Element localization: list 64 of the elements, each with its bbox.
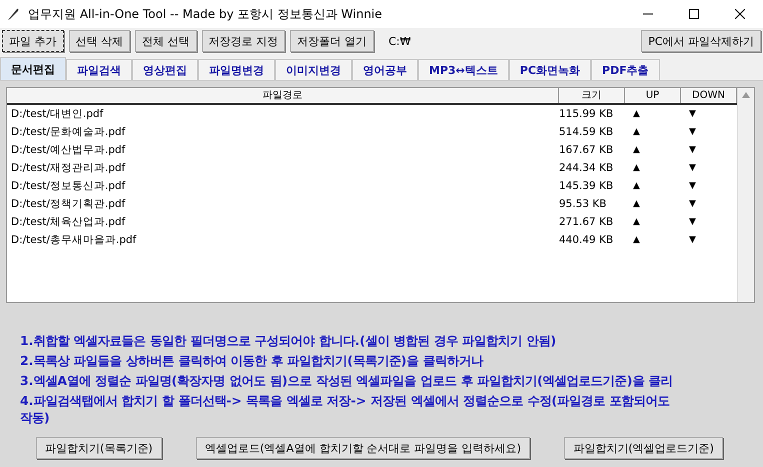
move-up-button[interactable]: ▲ bbox=[625, 217, 681, 227]
instruction-text: 4.파일검색탭에서 합치기 할 폴더선택-> 목록을 엑셀로 저장-> 저장된 엑셀에서 정렬순으로 수정(파일경로 포함되어도 작동) bbox=[20, 393, 670, 427]
column-header[interactable]: UP bbox=[625, 88, 681, 103]
move-up-button[interactable]: ▲ bbox=[625, 181, 681, 191]
table-cell-text: 244.34 KB bbox=[559, 162, 614, 174]
move-down-button[interactable]: ▼ bbox=[681, 163, 737, 173]
maximize-icon[interactable] bbox=[689, 9, 699, 19]
scrollbar[interactable] bbox=[737, 88, 754, 302]
tab[interactable]: 영어공부 bbox=[352, 59, 418, 80]
move-down-button[interactable]: ▼ bbox=[681, 235, 737, 245]
table-cell-text: 115.99 KB bbox=[559, 108, 614, 120]
toolbar-button[interactable]: 저장폴더 열기 bbox=[290, 30, 374, 52]
table-cell-text: 271.67 KB bbox=[559, 216, 614, 228]
move-down-button[interactable]: ▼ bbox=[681, 109, 737, 119]
tab[interactable]: MP3↔텍스트 bbox=[418, 59, 509, 80]
feather-icon bbox=[6, 7, 20, 21]
tab[interactable]: 문서편집 bbox=[0, 57, 66, 80]
move-down-button[interactable]: ▼ bbox=[681, 127, 737, 137]
move-up-button[interactable]: ▲ bbox=[625, 127, 681, 137]
table-cell-text: 145.39 KB bbox=[559, 180, 614, 192]
tab[interactable]: PC화면녹화 bbox=[508, 59, 592, 80]
toolbar-button[interactable]: 파일 추가 bbox=[2, 30, 64, 52]
table-cell-text: D:/test/체육산업과.pdf bbox=[10, 215, 126, 229]
table-cell-text: D:/test/문화예술과.pdf bbox=[10, 125, 126, 139]
table-cell-text: D:/test/총무새마을과.pdf bbox=[10, 233, 138, 247]
tab[interactable]: 이미지변경 bbox=[275, 59, 352, 80]
tab[interactable]: PDF추출 bbox=[591, 59, 660, 80]
table-cell-text: 95.53 KB bbox=[559, 198, 608, 210]
table-cell-text: D:/test/재정관리과.pdf bbox=[10, 161, 126, 175]
move-up-button[interactable]: ▲ bbox=[625, 199, 681, 209]
toolbar-button[interactable]: 선택 삭제 bbox=[68, 30, 130, 52]
move-up-button[interactable]: ▲ bbox=[625, 109, 681, 119]
tab[interactable]: 파일명변경 bbox=[198, 59, 275, 80]
instruction-text: 3.엑셀A열에 정렬순 파일명(확장자명 없어도 됨)으로 작성된 엑셀파일을 업로드 후 파일합치기(엑셀업로드기준)을 클리 bbox=[20, 373, 674, 390]
instruction-text: 1.취합할 엑셀자료들은 동일한 필더명으로 구성되어야 합니다.(셀이 병합된 경우 파일합치기 안됨) bbox=[20, 333, 558, 350]
action-button[interactable]: 엑셀업로드(엑셀A열에 합치기할 순서대로 파일명을 입력하세요) bbox=[196, 437, 530, 459]
move-down-button[interactable]: ▼ bbox=[681, 145, 737, 155]
close-icon[interactable] bbox=[735, 9, 745, 19]
move-down-button[interactable]: ▼ bbox=[681, 181, 737, 191]
instruction-text: 2.목록상 파일들을 상하버튼 클릭하여 이동한 후 파일합치기(목록기준)을 클릭하거나 bbox=[20, 353, 484, 370]
move-up-button[interactable]: ▲ bbox=[625, 235, 681, 245]
table-cell-text: D:/test/대변인.pdf bbox=[10, 107, 104, 121]
window-title: 업무지원 All-in-One Tool -- Made by 포항시 정보통신과 Winnie bbox=[28, 6, 384, 22]
table-cell-text: 167.67 KB bbox=[559, 144, 614, 156]
tab[interactable]: 영상편집 bbox=[132, 59, 198, 80]
table-cell-text: 440.49 KB bbox=[559, 234, 614, 246]
move-up-button[interactable]: ▲ bbox=[625, 145, 681, 155]
move-down-button[interactable]: ▼ bbox=[681, 217, 737, 227]
toolbar-button[interactable]: 전체 선택 bbox=[135, 30, 196, 52]
table-cell-text: D:/test/예산법무과.pdf bbox=[10, 143, 126, 157]
column-header[interactable]: DOWN bbox=[681, 88, 737, 103]
tab[interactable]: 파일검색 bbox=[66, 59, 132, 80]
action-button[interactable]: 파일합치기(엑셀업로드기준) bbox=[564, 437, 723, 459]
table-cell-text: D:/test/정보통신과.pdf bbox=[10, 179, 126, 193]
move-down-button[interactable]: ▼ bbox=[681, 199, 737, 209]
save-path: C:₩ bbox=[388, 34, 412, 48]
table-cell-text: D:/test/정책기획관.pdf bbox=[10, 197, 126, 211]
table-cell-text: 514.59 KB bbox=[559, 126, 614, 138]
toolbar-button[interactable]: 저장경로 지정 bbox=[202, 30, 285, 52]
action-button[interactable]: 파일합치기(목록기준) bbox=[36, 437, 162, 459]
delete-files-button[interactable]: PC에서 파일삭제하기 bbox=[641, 30, 761, 52]
column-header[interactable]: 파일경로 bbox=[7, 88, 559, 103]
move-up-button[interactable]: ▲ bbox=[625, 163, 681, 173]
column-header[interactable]: 크기 bbox=[559, 88, 625, 103]
